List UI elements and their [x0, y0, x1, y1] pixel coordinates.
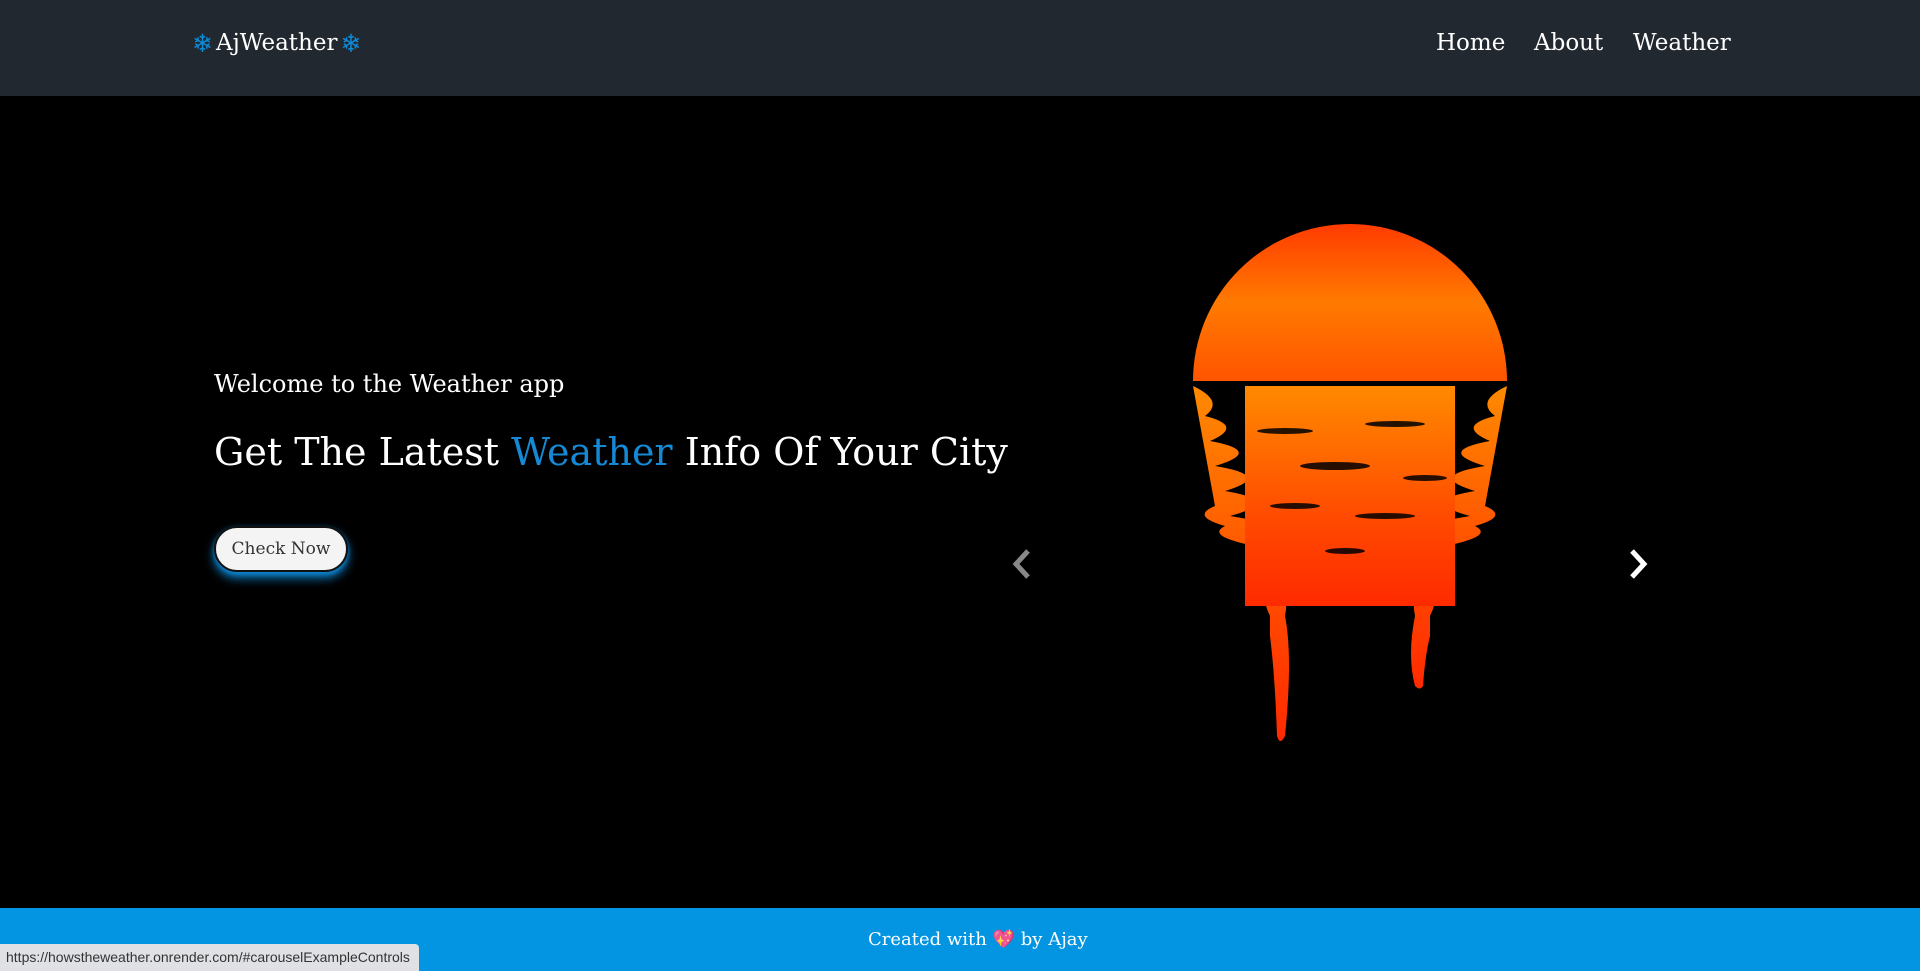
- footer-post: by Ajay: [1020, 929, 1088, 950]
- headline-pre: Get The Latest: [214, 430, 499, 474]
- brand-name: AjWeather: [215, 30, 338, 56]
- footer-credit: Created with 💖 by Ajay: [868, 929, 1088, 950]
- brand-link[interactable]: ❄ AjWeather ❄: [192, 30, 361, 56]
- headline-accent: Weather: [511, 430, 673, 474]
- footer-pre: Created with: [868, 929, 987, 950]
- carousel-prev-button[interactable]: [1010, 548, 1032, 588]
- check-now-button[interactable]: Check Now: [214, 526, 348, 572]
- headline-post: Info Of Your City: [684, 430, 1008, 474]
- navbar: ❄ AjWeather ❄ Home About Weather: [0, 0, 1920, 96]
- carousel-next-button[interactable]: [1628, 548, 1650, 588]
- snowflake-icon: ❄: [192, 28, 213, 58]
- heart-icon: 💖: [992, 929, 1016, 950]
- nav-home[interactable]: Home: [1436, 30, 1505, 56]
- nav-about[interactable]: About: [1534, 30, 1603, 56]
- chevron-right-icon: [1630, 549, 1648, 579]
- snowflake-icon: ❄: [340, 28, 362, 58]
- welcome-text: Welcome to the Weather app: [214, 370, 565, 398]
- hero-section: Welcome to the Weather app Get The Lates…: [0, 96, 1920, 908]
- nav-weather[interactable]: Weather: [1633, 30, 1731, 56]
- hero-headline: Get The Latest Weather Info Of Your City: [214, 430, 1008, 474]
- status-url: https://howstheweather.onrender.com/#car…: [0, 944, 419, 971]
- sunset-illustration: [1193, 224, 1507, 741]
- chevron-left-icon: [1012, 549, 1030, 579]
